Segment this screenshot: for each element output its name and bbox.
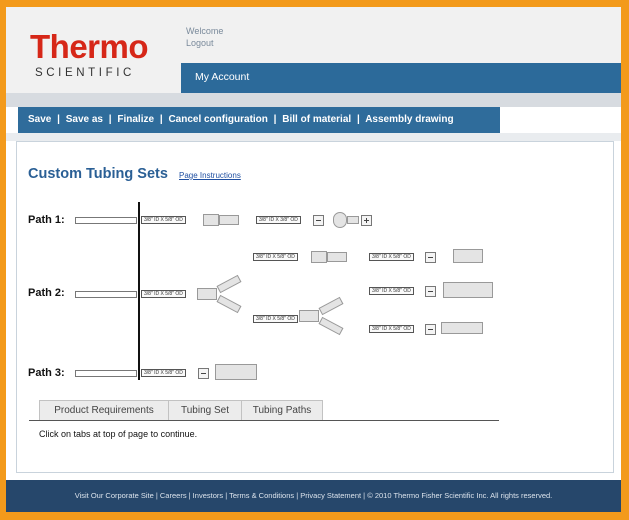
page-instructions-link[interactable]: Page Instructions (179, 171, 241, 180)
config-toolbar: Save | Save as | Finalize | Cancel confi… (18, 107, 500, 133)
tab-tubing-set[interactable]: Tubing Set (168, 400, 242, 420)
valve-icon[interactable] (347, 216, 359, 224)
save-button[interactable]: Save (28, 114, 51, 125)
cancel-configuration-button[interactable]: Cancel configuration (168, 114, 267, 125)
tubing-size-tag[interactable]: 3/8" ID X 5/8" OD (141, 369, 186, 377)
connector-icon[interactable] (327, 252, 347, 262)
tubing-size-tag[interactable]: 3/8" ID X 5/8" OD (253, 315, 298, 323)
finalize-button[interactable]: Finalize (117, 114, 154, 125)
connector-icon[interactable] (203, 214, 219, 226)
my-account-link[interactable]: My Account (195, 71, 249, 83)
toolbar-strip (6, 133, 621, 141)
path-3-tube[interactable] (75, 370, 137, 377)
account-bar: My Account (181, 63, 621, 93)
syringe-icon[interactable] (453, 249, 483, 263)
remove-icon[interactable] (313, 215, 324, 226)
page-title: Custom Tubing Sets (28, 166, 168, 182)
y-branch-icon (318, 296, 344, 316)
remove-icon[interactable] (198, 368, 209, 379)
page-frame: Thermo SCIENTIFIC Welcome Logout My Acco… (6, 7, 621, 512)
path-1-tube[interactable] (75, 217, 137, 224)
toolbar-separator: | (273, 114, 277, 125)
tab-underline (29, 420, 499, 421)
remove-icon[interactable] (425, 252, 436, 263)
y-branch-icon (216, 274, 242, 294)
filter-icon[interactable] (441, 322, 483, 334)
tubing-size-tag[interactable]: 3/8" ID X 5/8" OD (141, 290, 186, 298)
path-2-label: Path 2: (28, 287, 65, 299)
tab-message: Click on tabs at top of page to continue… (39, 429, 198, 439)
y-connector-icon[interactable] (299, 310, 319, 322)
save-as-button[interactable]: Save as (66, 114, 103, 125)
logo-sub: SCIENTIFIC (35, 67, 135, 79)
valve-icon[interactable] (333, 212, 347, 228)
toolbar-separator: | (57, 114, 60, 125)
tubing-size-tag[interactable]: 3/8" ID X 5/8" OD (253, 253, 298, 261)
header-band (6, 93, 621, 107)
path-1-label: Path 1: (28, 214, 65, 226)
logout-link[interactable]: Logout (186, 38, 214, 49)
connector-icon[interactable] (311, 251, 327, 263)
manifold-line (138, 202, 140, 380)
connector-icon[interactable] (219, 215, 239, 225)
footer: Visit Our Corporate Site | Careers | Inv… (6, 480, 621, 512)
path-3-label: Path 3: (28, 367, 65, 379)
main-panel: Custom Tubing Sets Page Instructions Pat… (16, 141, 614, 473)
tubing-size-tag[interactable]: 3/8" ID X 5/8" OD (369, 253, 414, 261)
toolbar-separator: | (159, 114, 163, 125)
bottle-cap-icon[interactable] (443, 282, 493, 298)
tab-product-requirements[interactable]: Product Requirements (39, 400, 169, 420)
y-branch-icon (318, 316, 344, 336)
welcome-text: Welcome (186, 26, 224, 36)
assembly-drawing-button[interactable]: Assembly drawing (365, 114, 453, 125)
remove-icon[interactable] (425, 286, 436, 297)
tubing-size-tag[interactable]: 3/8" ID X 5/8" OD (369, 325, 414, 333)
toolbar-separator: | (108, 114, 112, 125)
logo-word: Thermo (30, 28, 149, 65)
y-branch-icon (216, 294, 242, 314)
bill-of-material-button[interactable]: Bill of material (282, 114, 351, 125)
tubing-size-tag[interactable]: 3/8" ID X 3/8" OD (256, 216, 301, 224)
header: Thermo SCIENTIFIC Welcome Logout My Acco… (6, 7, 621, 93)
bottle-cap-icon[interactable] (215, 364, 257, 380)
remove-icon[interactable] (425, 324, 436, 335)
y-connector-icon[interactable] (197, 288, 217, 300)
thermo-scientific-logo[interactable]: Thermo SCIENTIFIC (18, 21, 170, 81)
tubing-size-tag[interactable]: 3/8" ID X 5/8" OD (141, 216, 186, 224)
toolbar-separator: | (356, 114, 360, 125)
path-2-tube[interactable] (75, 291, 137, 298)
tubing-size-tag[interactable]: 3/8" ID X 5/8" OD (369, 287, 414, 295)
footer-links[interactable]: Visit Our Corporate Site | Careers | Inv… (6, 491, 621, 500)
add-icon[interactable] (361, 215, 372, 226)
tab-tubing-paths[interactable]: Tubing Paths (241, 400, 323, 420)
